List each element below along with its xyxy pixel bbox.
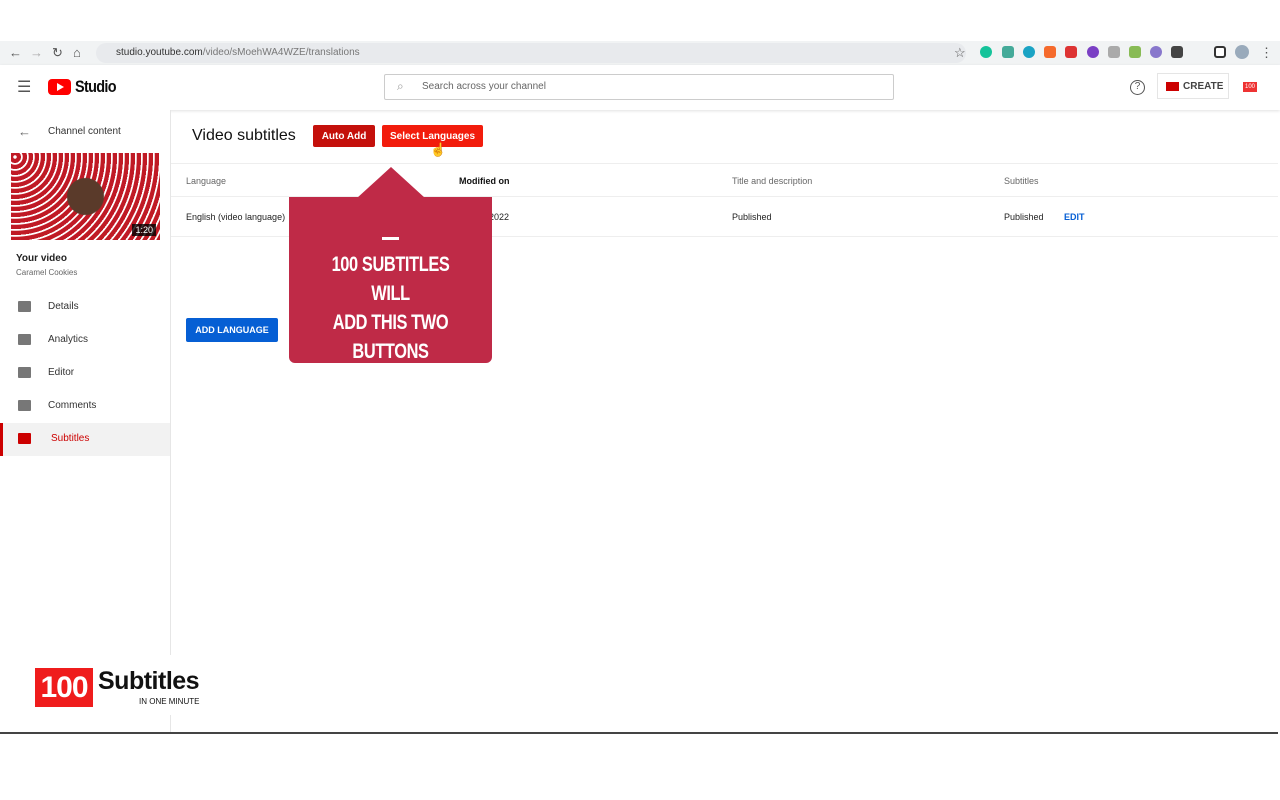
comments-icon bbox=[18, 400, 31, 411]
sidebar-item-subtitles[interactable]: Subtitles bbox=[0, 423, 170, 456]
title-description-cell: Published bbox=[732, 212, 772, 222]
channel-avatar[interactable]: 100 bbox=[1243, 82, 1257, 92]
watermark-tagline: IN ONE MINUTE bbox=[139, 697, 200, 706]
your-video-label: Your video bbox=[16, 253, 67, 264]
cursor-hand-icon: ☝ bbox=[430, 142, 447, 157]
extension-icon[interactable] bbox=[1087, 46, 1099, 58]
extension-icon[interactable] bbox=[1044, 46, 1056, 58]
callout-arrow bbox=[357, 167, 425, 198]
sidebar-item-editor[interactable]: Editor bbox=[0, 357, 170, 390]
analytics-icon bbox=[18, 334, 31, 345]
sidebar-item-label: Editor bbox=[48, 367, 75, 378]
back-arrow-icon[interactable]: ← bbox=[18, 124, 31, 139]
video-duration: 1:20 bbox=[132, 224, 156, 236]
hamburger-menu-icon[interactable]: ☰ bbox=[17, 77, 31, 97]
edit-link[interactable]: EDIT bbox=[1064, 212, 1085, 222]
language-cell: English (video language) bbox=[186, 212, 286, 222]
column-header-subtitles: Subtitles bbox=[1004, 176, 1039, 186]
pencil-icon bbox=[18, 301, 31, 312]
callout-line-2: ADD THIS TWO BUTTONS bbox=[332, 311, 449, 363]
editor-icon bbox=[18, 367, 31, 378]
sidebar-item-label: Comments bbox=[48, 400, 97, 411]
create-button[interactable]: CREATE bbox=[1157, 73, 1229, 99]
extension-icon[interactable] bbox=[1002, 46, 1014, 58]
callout-overlay: 100 SUBTITLES WILL ADD THIS TWO BUTTONS bbox=[289, 197, 492, 375]
forward-icon[interactable]: → bbox=[30, 45, 43, 60]
sidebar-item-label: Details bbox=[48, 301, 79, 312]
video-thumbnail[interactable]: 1:20 bbox=[11, 153, 160, 240]
create-label: CREATE bbox=[1183, 81, 1224, 92]
help-icon[interactable]: ? bbox=[1130, 80, 1145, 95]
browser-toolbar: ← → ↻ ⌂ studio.youtube.com/video/sMoehWA… bbox=[0, 41, 1280, 65]
extension-icon[interactable] bbox=[1129, 46, 1141, 58]
sidebar-item-analytics[interactable]: Analytics bbox=[0, 324, 170, 357]
url-host: studio.youtube.com bbox=[116, 47, 203, 58]
subtitles-status-cell: Published bbox=[1004, 212, 1044, 222]
column-header-language: Language bbox=[186, 176, 227, 186]
modified-cell: 2022 bbox=[489, 212, 510, 222]
sidebar-item-label: Analytics bbox=[48, 334, 89, 345]
url-path: /video/sMoehWA4WZE/translations bbox=[202, 47, 360, 58]
auto-add-button[interactable]: Auto Add bbox=[313, 125, 375, 147]
video-bottom-edge bbox=[0, 732, 1278, 734]
puzzle-icon[interactable] bbox=[1171, 46, 1183, 58]
video-title: Caramel Cookies bbox=[16, 268, 78, 277]
callout-dash bbox=[382, 372, 399, 375]
studio-logo-text: Studio bbox=[75, 77, 117, 96]
column-header-modified[interactable]: Modified on bbox=[459, 176, 510, 186]
page-title: Video subtitles bbox=[192, 127, 296, 144]
reload-icon[interactable]: ↻ bbox=[52, 45, 63, 61]
code-extension-icon[interactable] bbox=[1108, 46, 1120, 58]
menu-dots-icon[interactable]: ⋮ bbox=[1260, 45, 1273, 61]
extension-icon[interactable] bbox=[1023, 46, 1035, 58]
add-language-button[interactable]: ADD LANGUAGE bbox=[186, 318, 278, 342]
megaphone-extension-icon[interactable] bbox=[1065, 46, 1077, 58]
video-camera-icon bbox=[1166, 82, 1179, 91]
divider bbox=[171, 163, 1278, 164]
channel-content-link[interactable]: Channel content bbox=[48, 126, 121, 137]
star-icon[interactable]: ☆ bbox=[954, 45, 966, 61]
column-header-title-description: Title and description bbox=[732, 176, 813, 186]
search-icon: ⌕ bbox=[397, 79, 404, 93]
search-input[interactable]: ⌕ Search across your channel bbox=[384, 74, 894, 100]
extension-icon[interactable] bbox=[1150, 46, 1162, 58]
side-panel-icon[interactable] bbox=[1214, 46, 1226, 58]
search-placeholder: Search across your channel bbox=[422, 81, 546, 92]
studio-header: ☰ Studio ⌕ Search across your channel ? C… bbox=[0, 65, 1280, 110]
back-icon[interactable]: ← bbox=[9, 45, 22, 60]
grammarly-extension-icon[interactable] bbox=[980, 46, 992, 58]
watermark-word: Subtitles bbox=[98, 667, 200, 695]
watermark-logo: 100 Subtitles IN ONE MINUTE bbox=[18, 655, 218, 715]
watermark-number: 100 bbox=[35, 668, 93, 707]
sidebar-item-label: Subtitles bbox=[51, 433, 90, 444]
youtube-logo-icon[interactable] bbox=[48, 79, 71, 95]
callout-dash bbox=[382, 237, 399, 240]
sidebar-item-details[interactable]: Details bbox=[0, 291, 170, 324]
sidebar-item-comments[interactable]: Comments bbox=[0, 390, 170, 423]
profile-avatar[interactable] bbox=[1235, 45, 1249, 59]
callout-line-1: 100 SUBTITLES WILL bbox=[331, 253, 450, 305]
sidebar: ← Channel content 1:20 Your video Carame… bbox=[0, 110, 171, 734]
subtitles-icon bbox=[18, 433, 31, 444]
home-icon[interactable]: ⌂ bbox=[73, 45, 81, 60]
address-bar[interactable]: studio.youtube.com/video/sMoehWA4WZE/tra… bbox=[96, 43, 966, 63]
